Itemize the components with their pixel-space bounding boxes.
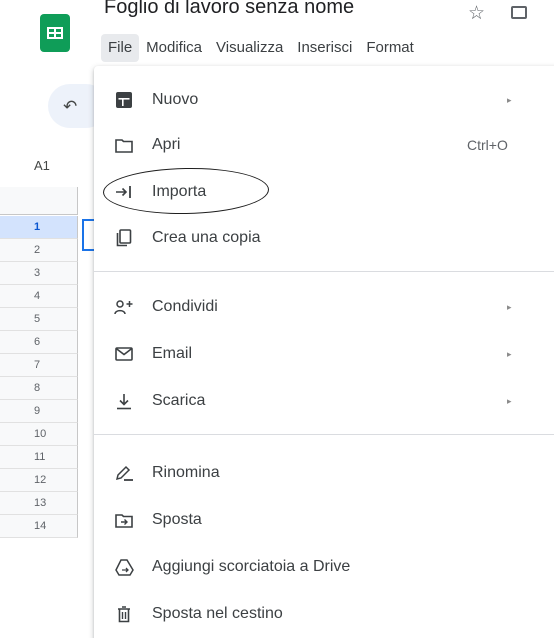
file-menu-dropdown: Nuovo ▸ Apri Ctrl+O Importa Crea una cop… <box>94 66 554 638</box>
row-header[interactable]: 13 <box>0 492 78 515</box>
menu-visualizza[interactable]: Visualizza <box>209 34 290 62</box>
submenu-arrow-icon: ▸ <box>507 348 512 359</box>
menu-divider <box>94 271 554 272</box>
row-header[interactable]: 12 <box>0 469 78 492</box>
move-folder-icon <box>114 510 134 530</box>
copy-icon <box>114 228 134 248</box>
menu-item-rinomina[interactable]: Rinomina <box>94 455 554 491</box>
menu-item-sposta[interactable]: Sposta <box>94 502 554 538</box>
drive-shortcut-icon <box>114 557 134 577</box>
menu-item-aggiungi-scorciatoia[interactable]: Aggiungi scorciatoia a Drive <box>94 549 554 585</box>
row-header[interactable]: 6 <box>0 331 78 354</box>
menu-item-crea-copia[interactable]: Crea una copia <box>94 220 554 256</box>
row-header[interactable]: 14 <box>0 515 78 538</box>
submenu-arrow-icon: ▸ <box>507 301 512 312</box>
document-title[interactable]: Foglio di lavoro senza nome <box>104 0 354 19</box>
app-window: Foglio di lavoro senza nome ☆ File Modif… <box>0 0 554 638</box>
row-header[interactable]: 5 <box>0 308 78 331</box>
rename-pen-icon <box>114 463 134 483</box>
row-headers: 1 2 3 4 5 6 7 8 9 10 11 12 13 14 <box>0 216 96 538</box>
menu-inserisci[interactable]: Inserisci <box>290 34 359 62</box>
submenu-arrow-icon: ▸ <box>507 94 512 105</box>
menu-item-scarica[interactable]: Scarica ▸ <box>94 383 554 419</box>
share-person-icon <box>114 297 134 317</box>
row-header[interactable]: 7 <box>0 354 78 377</box>
menu-modifica[interactable]: Modifica <box>139 34 209 62</box>
trash-icon <box>114 604 134 624</box>
row-header[interactable]: 10 <box>0 423 78 446</box>
download-icon <box>114 391 134 411</box>
menu-bar: File Modifica Visualizza Inserisci Forma… <box>101 34 421 62</box>
move-icon[interactable] <box>511 6 527 19</box>
undo-icon[interactable]: ↶ <box>63 97 77 117</box>
row-header[interactable]: 8 <box>0 377 78 400</box>
sheet-icon <box>114 90 134 110</box>
submenu-arrow-icon: ▸ <box>507 395 512 406</box>
menu-item-apri[interactable]: Apri Ctrl+O <box>94 127 554 163</box>
email-icon <box>114 344 134 364</box>
row-header[interactable]: 9 <box>0 400 78 423</box>
menu-item-nuovo[interactable]: Nuovo ▸ <box>94 82 554 118</box>
menu-formato[interactable]: Format <box>359 34 421 62</box>
menu-item-condividi[interactable]: Condividi ▸ <box>94 289 554 325</box>
row-header[interactable]: 2 <box>0 239 78 262</box>
row-header[interactable]: 4 <box>0 285 78 308</box>
sheets-logo-icon[interactable] <box>40 14 70 52</box>
name-box[interactable]: A1 <box>34 158 50 173</box>
row-header[interactable]: 1 <box>0 216 78 239</box>
row-header[interactable]: 3 <box>0 262 78 285</box>
menu-item-sposta-cestino[interactable]: Sposta nel cestino <box>94 596 554 632</box>
menu-file[interactable]: File <box>101 34 140 62</box>
select-all-corner[interactable] <box>0 187 78 215</box>
menu-item-email[interactable]: Email ▸ <box>94 336 554 372</box>
row-header[interactable]: 11 <box>0 446 78 469</box>
menu-divider <box>94 434 554 435</box>
shortcut-label: Ctrl+O <box>467 137 508 153</box>
folder-icon <box>114 135 134 155</box>
star-icon[interactable]: ☆ <box>468 2 485 25</box>
